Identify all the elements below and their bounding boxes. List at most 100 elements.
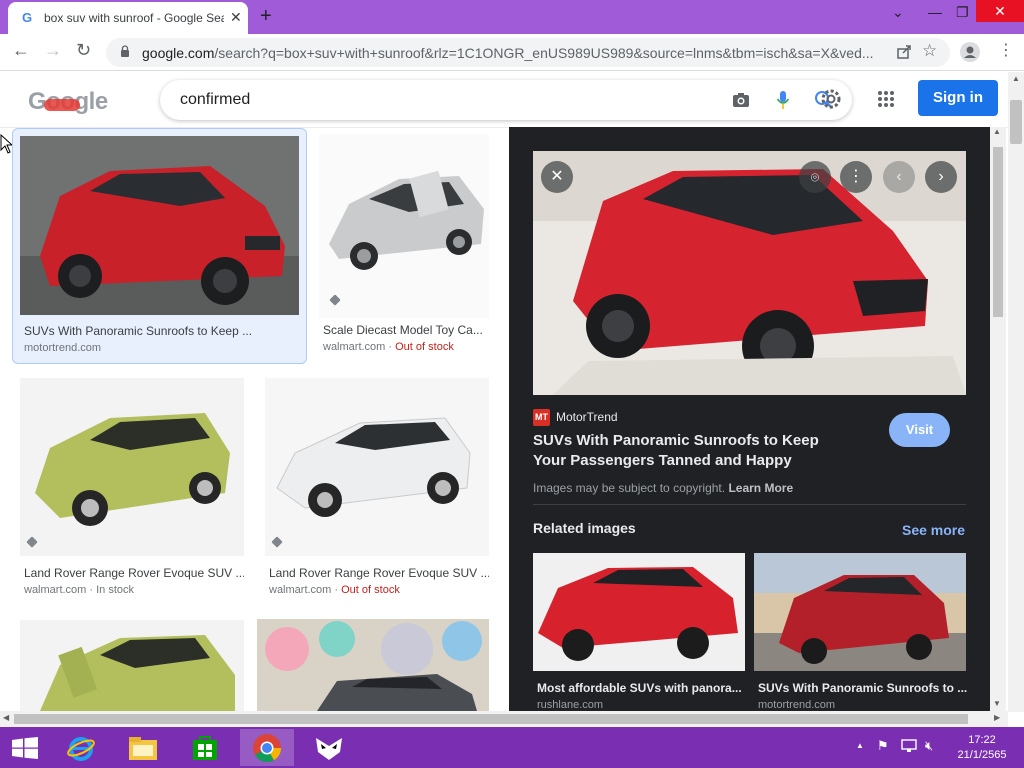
result-title[interactable]: Land Rover Range Rover Evoque SUV ... (269, 566, 489, 580)
related-image[interactable] (754, 553, 966, 671)
tray-expand-icon[interactable]: ▲ (856, 741, 864, 750)
window-close-button[interactable]: ✕ (976, 0, 1024, 22)
taskbar-internet-explorer[interactable] (54, 729, 108, 766)
network-icon[interactable] (901, 739, 917, 753)
more-options-icon[interactable]: ⋮ (840, 161, 872, 193)
forward-icon[interactable]: → (44, 40, 62, 61)
related-images-heading: Related images (533, 520, 636, 536)
chrome-icon (253, 734, 282, 763)
result-source-separator: · (331, 584, 342, 596)
result-source-separator: · (86, 584, 97, 596)
taskbar-store[interactable] (178, 729, 232, 766)
image-result[interactable]: Land Rover Range Rover Evoque SUV ... wa… (257, 370, 497, 606)
browser-tab[interactable]: G box suv with sunroof - Google Search ✕ (8, 2, 248, 34)
windows-start-icon[interactable] (12, 737, 38, 759)
reload-icon[interactable]: ↻ (76, 40, 91, 61)
browser-toolbar: ← → ↻ google.com/search?q=box+suv+with+s… (0, 34, 1024, 71)
tab-search-icon[interactable]: ⌄ (892, 4, 904, 21)
preview-title[interactable]: SUVs With Panoramic Sunroofs to Keep You… (533, 431, 853, 471)
see-more-link[interactable]: See more (902, 522, 965, 538)
result-thumbnail[interactable] (319, 134, 489, 318)
sign-in-button[interactable]: Sign in (918, 80, 998, 116)
result-source-domain: motortrend.com (24, 342, 102, 354)
scroll-up-arrow-icon[interactable]: ▲ (993, 127, 1001, 136)
page-scrollbar[interactable]: ▲ (1008, 72, 1024, 712)
image-result[interactable] (257, 612, 497, 711)
image-result[interactable]: SUVs With Panoramic Sunroofs to Keep ...… (12, 128, 307, 364)
visit-button[interactable]: Visit (889, 413, 950, 447)
scroll-up-arrow-icon[interactable]: ▲ (1012, 74, 1020, 83)
result-source-domain: walmart.com (24, 584, 87, 596)
result-thumbnail[interactable] (20, 620, 244, 711)
learn-more-link[interactable]: Learn More (728, 481, 793, 495)
image-result[interactable]: Scale Diecast Model Toy Ca... walmart.co… (311, 128, 497, 364)
clock-time: 17:22 (968, 734, 996, 746)
previous-image-icon[interactable]: ‹ (883, 161, 915, 193)
url-text: google.com/search?q=box+suv+with+sunroof… (142, 45, 882, 61)
windows-taskbar: ▲ ⚑ 🔇︎ 17:22 21/1/2565 (0, 727, 1024, 768)
action-center-flag-icon[interactable]: ⚑ (877, 738, 889, 754)
internet-explorer-icon (67, 737, 95, 761)
lens-search-icon[interactable]: ⌾ (799, 161, 831, 193)
google-header: Google confirmed Sign in (0, 72, 1010, 128)
result-source: walmart.com · Out of stock (269, 584, 400, 596)
volume-muted-icon[interactable]: 🔇︎ (925, 738, 933, 754)
result-title[interactable]: Scale Diecast Model Toy Ca... (323, 323, 493, 337)
horizontal-scrollbar[interactable]: ◀ ▶ (0, 711, 1008, 727)
related-image[interactable] (533, 553, 745, 671)
search-input[interactable]: confirmed (180, 91, 250, 109)
chrome-menu-icon[interactable]: ⋮ (998, 40, 1014, 60)
result-thumbnail[interactable] (265, 378, 489, 556)
address-bar[interactable]: google.com/search?q=box+suv+with+sunroof… (106, 38, 950, 67)
close-preview-button[interactable]: ✕ (541, 161, 573, 193)
scroll-down-arrow-icon[interactable]: ▼ (993, 699, 1001, 708)
restore-icon[interactable]: ❐ (956, 4, 969, 21)
motortrend-logo-icon: MT (533, 409, 550, 426)
taskbar-chrome[interactable] (240, 729, 294, 766)
result-thumbnail[interactable] (20, 136, 299, 315)
result-thumbnail[interactable] (257, 619, 489, 711)
tab-strip: G box suv with sunroof - Google Search ✕… (0, 0, 1024, 34)
share-icon[interactable] (896, 44, 912, 60)
taskbar-app[interactable] (302, 729, 356, 766)
tab-title: box suv with sunroof - Google Search (44, 11, 224, 25)
stock-status: In stock (96, 584, 135, 596)
scroll-left-arrow-icon[interactable]: ◀ (3, 713, 9, 722)
preview-image[interactable]: ✕ ⌾ ⋮ ‹ › (533, 151, 966, 395)
scroll-right-arrow-icon[interactable]: ▶ (994, 713, 1000, 722)
result-thumbnail[interactable] (20, 378, 244, 556)
settings-gear-icon[interactable] (820, 88, 842, 110)
related-title[interactable]: SUVs With Panoramic Sunroofs to ... (758, 681, 970, 695)
image-result[interactable] (12, 612, 252, 711)
search-box[interactable]: confirmed (160, 80, 852, 120)
apps-grid-icon[interactable] (877, 90, 895, 108)
url-path: /search?q=box+suv+with+sunroof&rlz=1C1ON… (214, 45, 874, 61)
back-icon[interactable]: ← (12, 40, 30, 61)
preview-source[interactable]: MotorTrend (556, 410, 618, 424)
taskbar-file-explorer[interactable] (116, 729, 170, 766)
clock-date: 21/1/2565 (957, 749, 1007, 761)
minimize-icon[interactable]: — (928, 4, 942, 20)
profile-avatar-icon[interactable] (960, 42, 980, 62)
store-icon (193, 736, 217, 760)
panel-scrollbar[interactable]: ▲ ▼ (990, 127, 1006, 711)
system-clock[interactable]: 17:22 21/1/2565 (952, 733, 1012, 763)
page-scroll-thumb[interactable] (1010, 100, 1022, 144)
result-source: motortrend.com (24, 342, 101, 354)
result-title[interactable]: SUVs With Panoramic Sunroofs to Keep ... (24, 324, 294, 338)
stock-status: Out of stock (395, 341, 454, 353)
close-tab-icon[interactable]: ✕ (230, 9, 242, 26)
panel-scroll-thumb[interactable] (993, 147, 1003, 317)
result-source: walmart.com · In stock (24, 584, 134, 596)
next-image-icon[interactable]: › (925, 161, 957, 193)
camera-search-icon[interactable] (732, 92, 750, 108)
doodle-car-icon (44, 99, 80, 111)
horizontal-scroll-thumb[interactable] (14, 714, 968, 724)
image-result[interactable]: Land Rover Range Rover Evoque SUV ... wa… (12, 370, 252, 606)
red-suv-image (20, 136, 299, 315)
new-tab-icon[interactable]: + (260, 5, 272, 28)
related-title[interactable]: Most affordable SUVs with panora... (537, 681, 749, 695)
result-title[interactable]: Land Rover Range Rover Evoque SUV ... (24, 566, 244, 580)
bookmark-star-icon[interactable]: ☆ (922, 41, 937, 61)
microphone-icon[interactable] (776, 90, 790, 110)
